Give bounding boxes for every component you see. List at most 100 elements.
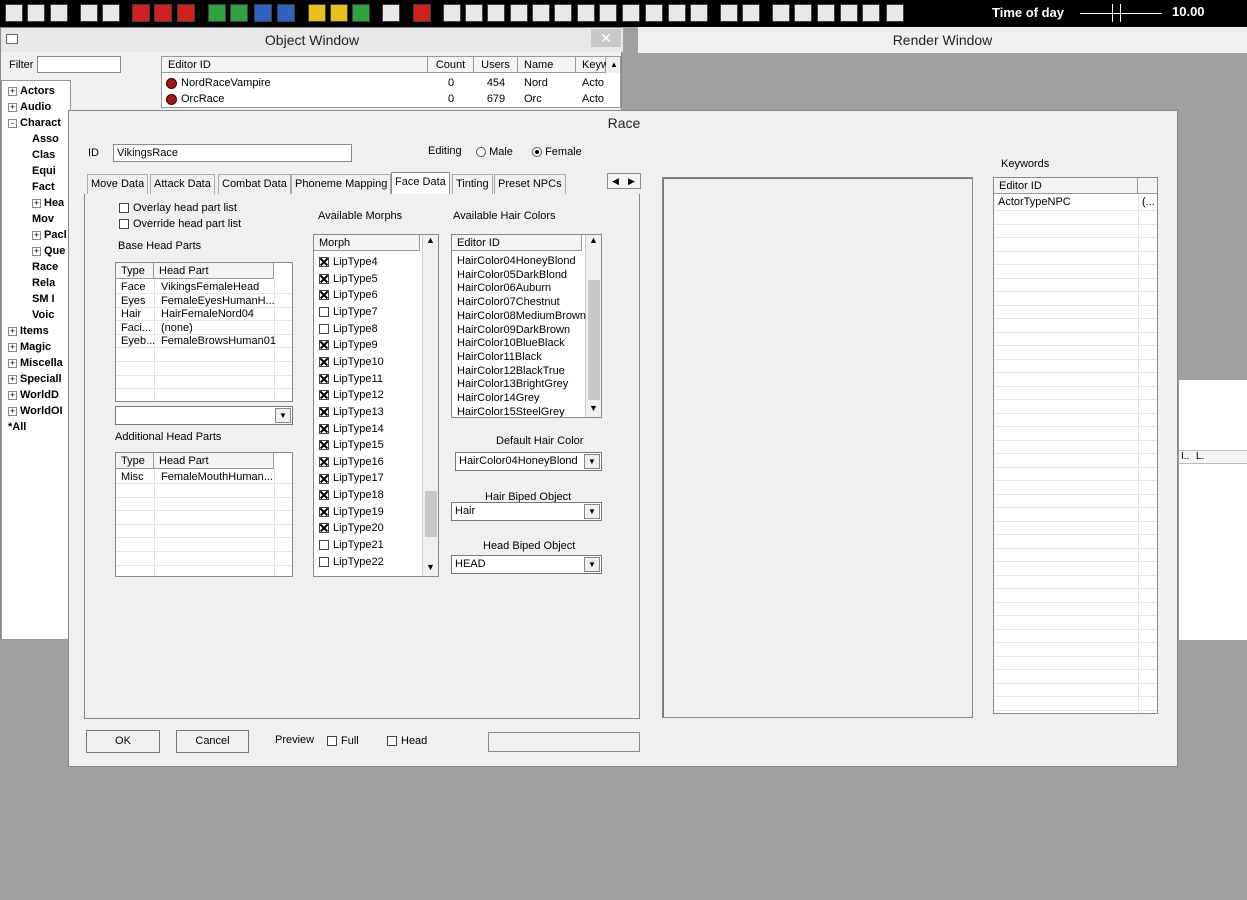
water-icon[interactable] <box>230 4 248 22</box>
chevron-down-icon[interactable]: ▼ <box>584 557 600 572</box>
terrain-icon[interactable] <box>413 4 431 22</box>
morph-item[interactable]: LipType6 <box>319 287 378 303</box>
override-checkbox-box[interactable] <box>119 219 129 230</box>
hair-color-item[interactable]: HairColor13BrightGrey <box>457 377 568 391</box>
ok-button[interactable]: OK <box>86 730 160 753</box>
collision-icon[interactable] <box>690 4 708 22</box>
circle-icon[interactable] <box>487 4 505 22</box>
default-hair-color-select[interactable]: HairColor04HoneyBlond ▼ <box>455 452 602 471</box>
keywords-list[interactable]: Editor ID ActorTypeNPC (... <box>993 177 1158 714</box>
checked-checkbox-icon[interactable] <box>319 373 329 384</box>
cancel-button[interactable]: Cancel <box>176 730 249 753</box>
expand-icon[interactable]: + <box>32 230 41 240</box>
tab-tinting[interactable]: Tinting <box>452 174 493 194</box>
tab-move-data[interactable]: Move Data <box>87 174 149 194</box>
morph-item[interactable]: LipType5 <box>319 271 378 287</box>
expand-icon[interactable]: + <box>32 246 41 256</box>
tree-item[interactable]: SM I <box>32 292 55 306</box>
unchecked-checkbox-icon[interactable] <box>319 323 329 334</box>
checked-checkbox-icon[interactable] <box>319 356 329 367</box>
checked-checkbox-icon[interactable] <box>319 490 329 501</box>
checked-checkbox-icon[interactable] <box>319 440 329 451</box>
checked-checkbox-icon[interactable] <box>319 473 329 484</box>
tree-item[interactable]: + Speciall <box>8 372 62 386</box>
scroll-up-icon[interactable]: ▲ <box>426 235 435 245</box>
override-head-part-checkbox[interactable]: Override head part list <box>119 218 241 230</box>
filter-input[interactable] <box>37 56 121 73</box>
checked-checkbox-icon[interactable] <box>319 257 329 268</box>
morph-item[interactable]: LipType9 <box>319 337 378 353</box>
hair-color-item[interactable]: HairColor14Grey <box>457 391 540 405</box>
scroll-down-icon[interactable]: ▼ <box>589 403 598 413</box>
checked-checkbox-icon[interactable] <box>319 340 329 351</box>
hair-color-item[interactable]: HairColor07Chestnut <box>457 295 560 309</box>
morph-item[interactable]: LipType17 <box>319 470 384 486</box>
checked-checkbox-icon[interactable] <box>319 406 329 417</box>
cube2-icon[interactable] <box>794 4 812 22</box>
tree-item[interactable]: Race <box>32 260 58 274</box>
expand-icon[interactable]: + <box>8 102 17 112</box>
face-preview-area[interactable] <box>662 177 973 718</box>
chevron-down-icon[interactable]: ▼ <box>275 408 291 423</box>
morph-item[interactable]: LipType21 <box>319 537 384 553</box>
morph-scroll-thumb[interactable] <box>425 491 437 537</box>
tree-item[interactable]: + Miscella <box>8 356 63 370</box>
hair-scrollbar[interactable]: ▲ ▼ <box>585 235 601 417</box>
preferences-icon[interactable] <box>50 4 68 22</box>
tab-face-data[interactable]: Face Data <box>391 172 450 194</box>
particles-icon[interactable] <box>330 4 348 22</box>
checked-checkbox-icon[interactable] <box>319 390 329 401</box>
tree-item[interactable]: Voic <box>32 308 54 322</box>
keyword-extra-column-header[interactable] <box>1138 178 1157 194</box>
checked-checkbox-icon[interactable] <box>319 506 329 517</box>
expand-icon[interactable]: + <box>8 326 17 336</box>
time-of-day-slider-track[interactable] <box>1080 13 1162 14</box>
roombound-icon[interactable] <box>622 4 640 22</box>
light-icon[interactable] <box>308 4 326 22</box>
open-icon[interactable] <box>5 4 23 22</box>
morph-item[interactable]: LipType8 <box>319 321 378 337</box>
female-radio-circle[interactable] <box>532 147 542 158</box>
tree-item[interactable]: - Charact <box>8 116 61 130</box>
morph-item[interactable]: LipType11 <box>319 371 383 387</box>
checked-checkbox-icon[interactable] <box>319 523 329 534</box>
overlay-head-part-checkbox[interactable]: Overlay head part list <box>119 202 237 214</box>
morph-item[interactable]: LipType18 <box>319 487 384 503</box>
close-icon[interactable]: ✕ <box>591 29 621 47</box>
morph-item[interactable]: LipType12 <box>319 387 384 403</box>
head-part-select[interactable]: ▼ <box>115 406 293 425</box>
tree-item[interactable]: Equi <box>32 164 56 178</box>
cube-icon[interactable] <box>532 4 550 22</box>
unchecked-checkbox-icon[interactable] <box>319 540 329 551</box>
type-column-header[interactable]: Type <box>116 263 154 279</box>
time-of-day-value-field[interactable]: 10.00 <box>1170 4 1234 22</box>
tab-phoneme-mapping[interactable]: Phoneme Mapping <box>291 174 392 194</box>
tab-scroll-right-icon[interactable]: ▶ <box>628 174 635 188</box>
hair-editor-id-column-header[interactable]: Editor ID <box>452 235 582 251</box>
column-header-users[interactable]: Users <box>474 57 518 73</box>
female-radio[interactable]: Female <box>532 146 582 158</box>
morph-item[interactable]: LipType10 <box>319 354 384 370</box>
hair-biped-object-select[interactable]: Hair ▼ <box>451 502 602 521</box>
tree-item[interactable]: Rela <box>32 276 55 290</box>
checked-checkbox-icon[interactable] <box>319 273 329 284</box>
o-icon[interactable] <box>510 4 528 22</box>
tree-item[interactable]: *All <box>8 420 26 434</box>
tree-item[interactable]: Asso <box>32 132 59 146</box>
unchecked-checkbox-icon[interactable] <box>319 556 329 567</box>
additional-head-parts-list[interactable]: Type Head Part Misc FemaleMouthHuman... <box>115 452 293 577</box>
male-radio-circle[interactable] <box>476 147 486 158</box>
checked-checkbox-icon[interactable] <box>319 456 329 467</box>
morph-item[interactable]: LipType19 <box>319 504 384 520</box>
scroll-up-icon[interactable]: ▲ <box>589 235 598 245</box>
scroll-up-icon[interactable]: ▲ <box>606 57 620 73</box>
head-part-column-header[interactable]: Head Part <box>154 263 274 279</box>
hair-color-item[interactable]: HairColor06Auburn <box>457 281 551 295</box>
w-icon[interactable] <box>840 4 858 22</box>
keyword-editor-id-column-header[interactable]: Editor ID <box>994 178 1138 194</box>
hair-color-list[interactable]: Editor ID ▲ ▼ HairColor04HoneyBlond HairC… <box>451 234 602 418</box>
sphere-icon[interactable] <box>465 4 483 22</box>
tree-item[interactable]: + Que <box>32 244 65 258</box>
time-of-day-slider-thumb[interactable] <box>1112 4 1121 22</box>
sky-icon[interactable] <box>208 4 226 22</box>
